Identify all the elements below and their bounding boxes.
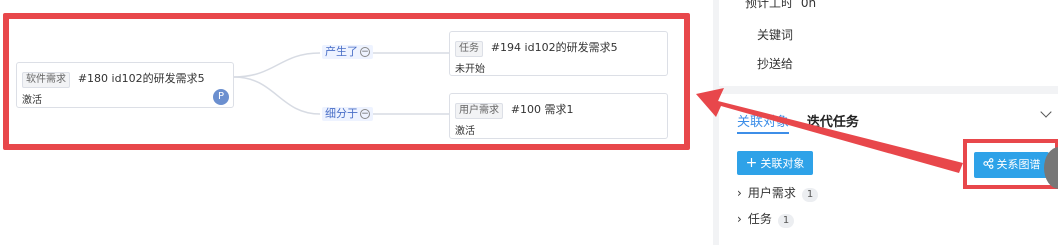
group-label: 用户需求 xyxy=(747,186,796,200)
count-badge: 1 xyxy=(801,188,819,202)
add-link-button[interactable]: + 关联对象 xyxy=(737,151,813,175)
estimate-value: 0h xyxy=(800,0,817,10)
chevron-right-icon: › xyxy=(737,186,742,200)
tab-linked-objects[interactable]: 关联对象 xyxy=(737,111,790,134)
estimate-label: 预计工时 xyxy=(745,0,794,10)
annotation-highlight-graph xyxy=(3,13,690,150)
plus-icon: + xyxy=(745,155,758,171)
add-link-label: 关联对象 xyxy=(760,157,805,170)
group-tasks[interactable]: › 任务 1 xyxy=(737,210,795,228)
group-label: 任务 xyxy=(747,212,772,226)
tab-iteration-tasks[interactable]: 迭代任务 xyxy=(807,111,859,130)
detail-sidebar: 预计工时 0h 关键词 抄送给 关联对象 迭代任务 + 关联对象 关系图谱 › 用户… xyxy=(713,0,1058,245)
keywords-label: 关键词 xyxy=(757,28,794,42)
relation-graph-canvas: 软件需求 #180 id102的研发需求5 激活 P 产生了 − 细分于 − 任务 … xyxy=(0,0,712,245)
chevron-right-icon: › xyxy=(737,212,742,226)
relations-tabs: 关联对象 迭代任务 xyxy=(737,111,873,134)
chevron-down-icon[interactable] xyxy=(1040,106,1052,118)
count-badge: 1 xyxy=(777,214,795,228)
relations-card: 关联对象 迭代任务 + 关联对象 关系图谱 › 用户需求 1 › 任务 1 xyxy=(719,94,1058,245)
group-user-requirements[interactable]: › 用户需求 1 xyxy=(737,184,819,202)
estimate-row: 预计工时 0h xyxy=(745,0,816,11)
details-card: 预计工时 0h 关键词 抄送给 xyxy=(719,0,1058,86)
cc-label: 抄送给 xyxy=(757,57,794,71)
